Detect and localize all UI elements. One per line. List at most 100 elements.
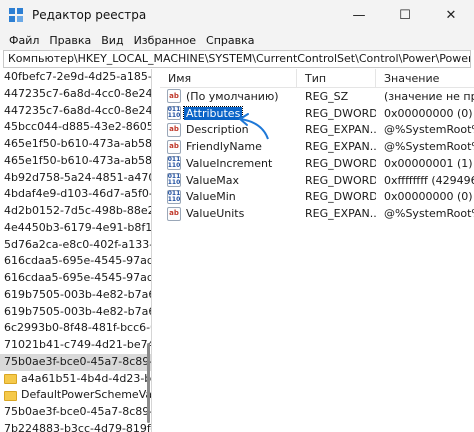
value-row[interactable]: 011 110 ValueMin REG_DWORD 0x00000000 (0) <box>160 189 474 206</box>
string-value-icon: ab <box>167 89 181 104</box>
value-row[interactable]: 011 110 ValueIncrement REG_DWORD 0x00000001… <box>160 155 474 172</box>
tree-item[interactable]: 6c2993b0-8f48-481f-bcc6-00 <box>0 320 151 337</box>
tree-item[interactable]: 447235c7-6a8d-4cc0-8e24-9e <box>0 86 151 103</box>
tree-item-label: 4b92d758-5a24-4851-a470-8 <box>4 170 152 184</box>
value-row[interactable]: ab ValueUnits REG_EXPAN... @%SystemRoot% <box>160 205 474 222</box>
tree-item[interactable]: 7b224883-b3cc-4d79-819f-8 <box>0 421 151 432</box>
tree-item-label: 7b224883-b3cc-4d79-819f-8 <box>4 421 152 432</box>
tree-item[interactable]: 71021b41-c749-4d21-be74-a <box>0 337 151 354</box>
tree-item-label: 4d2b0152-7d5c-498b-88e2-3 <box>4 204 152 217</box>
value-name: Description <box>186 123 249 137</box>
binary-value-icon: 011 110 <box>167 106 181 121</box>
value-row[interactable]: ab Description REG_EXPAN... @%SystemRoot% <box>160 122 474 139</box>
value-name-cell: ab ValueUnits <box>160 206 297 221</box>
title-bar: Редактор реестра — ☐ ✕ <box>0 0 474 30</box>
value-data: (значение не при <box>384 89 474 103</box>
value-row[interactable]: 011 110 Attributes REG_DWORD 0x00000000 (0) <box>160 105 474 122</box>
menu-help[interactable]: Справка <box>201 34 259 47</box>
key-tree[interactable]: 40fbefc7-2e9d-4d25-a185-0c 447235c7-6a8d-… <box>0 69 152 432</box>
value-name-cell: 011 110 Attributes <box>160 106 297 121</box>
column-header-name[interactable]: Имя <box>160 69 297 87</box>
value-name: (По умолчанию) <box>186 89 279 103</box>
tree-item[interactable]: 75b0ae3f-bce0-45a7-8c89-c9 <box>0 404 151 421</box>
value-name: Attributes <box>182 106 244 121</box>
tree-item[interactable]: 465e1f50-b610-473a-ab58-00 <box>0 136 151 153</box>
string-value-icon: ab <box>167 122 181 137</box>
string-value-icon: ab <box>167 206 181 221</box>
tree-item-label: 75b0ae3f-bce0-45a7-8c89-c9 <box>4 405 152 418</box>
folder-icon <box>4 390 17 401</box>
folder-icon <box>4 373 17 384</box>
value-row[interactable]: ab FriendlyName REG_EXPAN... @%SystemRoot% <box>160 138 474 155</box>
value-row[interactable]: 011 110 ValueMax REG_DWORD 0xffffffff (4294… <box>160 172 474 189</box>
tree-item[interactable]: 616cdaa5-695e-4545-97ad-9 <box>0 270 151 287</box>
tree-item[interactable]: 465e1f50-b610-473a-ab58-00 <box>0 153 151 170</box>
tree-item[interactable]: 4e4450b3-6179-4e91-b8f1-5 <box>0 220 151 237</box>
minimize-button[interactable]: — <box>336 0 382 30</box>
pane-splitter[interactable] <box>152 69 160 432</box>
tree-item-label: 4e4450b3-6179-4e91-b8f1-5 <box>4 220 152 234</box>
tree-item[interactable]: DefaultPowerSchemeValu <box>0 387 151 404</box>
value-name-cell: 011 110 ValueMax <box>160 173 297 188</box>
value-type: REG_DWORD <box>305 106 376 120</box>
value-data: 0x00000000 (0) <box>384 106 473 120</box>
value-data: 0x00000001 (1) <box>384 156 473 170</box>
value-name: FriendlyName <box>186 140 262 154</box>
tree-item-label: 75b0ae3f-bce0-45a7-8c89-c9 <box>4 354 152 368</box>
value-name-cell: ab FriendlyName <box>160 139 297 154</box>
column-headers: Имя Тип Значение <box>160 69 474 88</box>
menu-file[interactable]: Файл <box>4 34 44 47</box>
menu-bar: Файл Правка Вид Избранное Справка <box>0 30 474 50</box>
column-header-data[interactable]: Значение <box>376 69 474 87</box>
menu-favorites[interactable]: Избранное <box>129 34 201 47</box>
value-name: ValueMin <box>186 190 236 204</box>
tree-item[interactable]: 40fbefc7-2e9d-4d25-a185-0c <box>0 69 151 86</box>
binary-value-icon: 011 110 <box>167 173 181 188</box>
tree-item[interactable]: 619b7505-003b-4e82-b7a6-4 <box>0 287 151 304</box>
tree-item[interactable]: 447235c7-6a8d-4cc0-8e24-9e <box>0 103 151 120</box>
tree-item[interactable]: 45bcc044-d885-43e2-8605-e <box>0 119 151 136</box>
value-data: @%SystemRoot% <box>384 123 474 137</box>
value-row[interactable]: ab (По умолчанию) REG_SZ (значение не при <box>160 88 474 105</box>
values-list: Имя Тип Значение ab (По умолчанию) REG_SZ (… <box>160 69 474 432</box>
value-name: ValueMax <box>186 173 239 187</box>
value-type: REG_EXPAN... <box>305 123 376 137</box>
tree-item-label: 616cdaa5-695e-4545-97ad-9 <box>4 254 152 268</box>
value-name-cell: ab (По умолчанию) <box>160 89 297 104</box>
tree-item-label: 465e1f50-b610-473a-ab58-00 <box>4 153 152 167</box>
tree-item[interactable]: 75b0ae3f-bce0-45a7-8c89-c9 <box>0 353 152 371</box>
column-header-type[interactable]: Тип <box>297 69 376 87</box>
value-data: 0x00000000 (0) <box>384 190 473 204</box>
tree-item-label: 447235c7-6a8d-4cc0-8e24-9e <box>4 86 152 100</box>
tree-item[interactable]: a4a61b51-4b4d-4d23-b3ba- <box>0 371 151 388</box>
tree-item-label: 6c2993b0-8f48-481f-bcc6-00 <box>4 321 152 335</box>
tree-item[interactable]: 4d2b0152-7d5c-498b-88e2-3 <box>0 203 151 220</box>
binary-value-icon: 011 110 <box>167 189 181 204</box>
address-bar[interactable]: Компьютер\HKEY_LOCAL_MACHINE\SYSTEM\Curr… <box>3 50 471 68</box>
tree-item-label: 447235c7-6a8d-4cc0-8e24-9e <box>4 103 152 117</box>
value-data: @%SystemRoot% <box>384 207 474 221</box>
menu-view[interactable]: Вид <box>96 34 128 47</box>
tree-item[interactable]: 5d76a2ca-e8c0-402f-a133-21 <box>0 237 151 254</box>
close-button[interactable]: ✕ <box>428 0 474 30</box>
menu-edit[interactable]: Правка <box>44 34 96 47</box>
tree-item[interactable]: 616cdaa5-695e-4545-97ad-9 <box>0 253 151 270</box>
tree-item-label: 71021b41-c749-4d21-be74-a <box>4 338 152 351</box>
registry-editor-icon <box>9 8 23 22</box>
tree-item[interactable]: 4b92d758-5a24-4851-a470-8 <box>0 170 151 187</box>
value-data: 0xffffffff (42949672 <box>384 173 474 187</box>
window-title: Редактор реестра <box>32 8 147 22</box>
tree-item-label: 40fbefc7-2e9d-4d25-a185-0c <box>4 70 152 83</box>
value-type: REG_EXPAN... <box>305 207 376 221</box>
tree-item-label: 45bcc044-d885-43e2-8605-e <box>4 120 152 134</box>
tree-item-label: 465e1f50-b610-473a-ab58-00 <box>4 137 152 150</box>
tree-item-label: 5d76a2ca-e8c0-402f-a133-21 <box>4 237 152 251</box>
tree-item[interactable]: 4bdaf4e9-d103-46d7-a5f0-62 <box>0 186 151 203</box>
tree-item-label: a4a61b51-4b4d-4d23-b3ba- <box>21 371 151 385</box>
maximize-button[interactable]: ☐ <box>382 0 428 30</box>
value-type: REG_EXPAN... <box>305 140 376 154</box>
tree-scrollbar[interactable] <box>147 343 150 423</box>
tree-item-label: 619b7505-003b-4e82-b7a6-4 <box>4 304 152 318</box>
tree-item[interactable]: 619b7505-003b-4e82-b7a6-4 <box>0 304 151 321</box>
string-value-icon: ab <box>167 139 181 154</box>
